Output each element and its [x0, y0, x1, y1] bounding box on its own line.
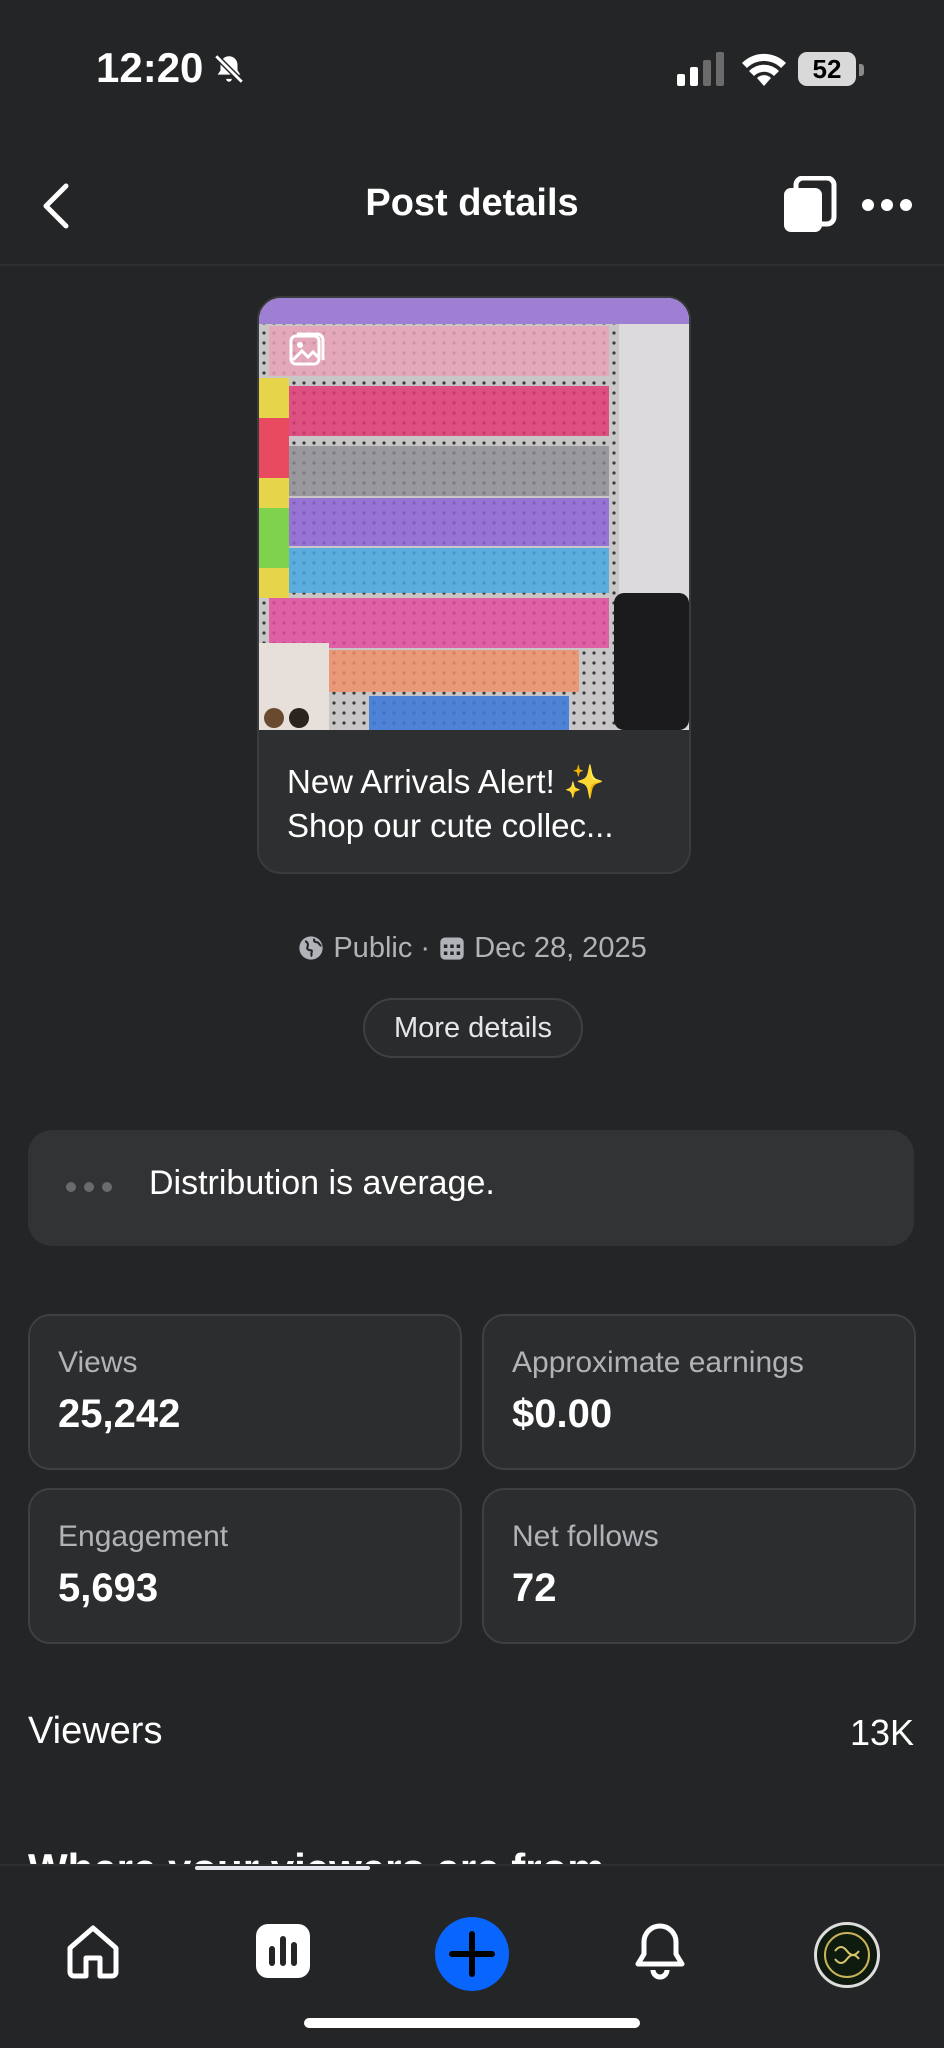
wifi-icon: [742, 53, 786, 86]
add-icon: [449, 1931, 495, 1977]
avatar-image: [819, 1927, 875, 1983]
stat-label: Views: [58, 1346, 138, 1379]
more-details-button[interactable]: More details: [363, 998, 583, 1058]
stat-net-follows[interactable]: Net follows 72: [482, 1488, 916, 1644]
section-heading-cut-off: Where your viewers are from: [28, 1838, 605, 1864]
stat-value: 72: [512, 1566, 557, 1610]
stat-views[interactable]: Views 25,242: [28, 1314, 462, 1470]
stats-icon[interactable]: [254, 1922, 312, 1980]
stat-label: Approximate earnings: [512, 1346, 804, 1379]
battery-icon: 52: [798, 52, 864, 88]
post-caption-line2: Shop our cute collec...: [287, 807, 614, 844]
profile-avatar[interactable]: [814, 1922, 880, 1988]
battery-level: 52: [798, 52, 856, 86]
create-post-button[interactable]: [435, 1917, 509, 1991]
post-preview-card[interactable]: New Arrivals Alert! ✨ Shop our cute coll…: [257, 296, 691, 874]
viewers-count: 13K: [849, 1712, 914, 1753]
bell-off-icon: [214, 54, 244, 84]
home-icon[interactable]: [64, 1922, 122, 1980]
post-meta: Public · Dec 28, 2025: [0, 932, 944, 965]
stat-label: Net follows: [512, 1520, 659, 1553]
more-options-icon[interactable]: [860, 196, 914, 214]
home-indicator: [304, 2018, 640, 2028]
status-time: 12:20: [96, 44, 204, 91]
bottom-nav: [0, 1864, 944, 2048]
stat-earnings[interactable]: Approximate earnings $0.00: [482, 1314, 916, 1470]
stat-engagement[interactable]: Engagement 5,693: [28, 1488, 462, 1644]
stat-value: 5,693: [58, 1566, 159, 1610]
copy-icon[interactable]: [780, 176, 840, 234]
viewers-heading: Viewers: [28, 1710, 163, 1752]
stat-value: $0.00: [512, 1392, 613, 1436]
distribution-banner: Distribution is average.: [28, 1130, 914, 1246]
post-caption: New Arrivals Alert! ✨ Shop our cute coll…: [287, 760, 667, 848]
calendar-icon: [440, 937, 464, 960]
stat-value: 25,242: [58, 1392, 181, 1436]
nav-active-indicator: [195, 1866, 370, 1870]
distribution-text: Distribution is average.: [149, 1164, 495, 1202]
audience-label: Public: [333, 932, 413, 964]
post-caption-line1: New Arrivals Alert! ✨: [287, 763, 605, 800]
image-type-icon: [289, 332, 325, 366]
signal-icon: [677, 52, 724, 86]
dots-icon: [66, 1182, 112, 1192]
globe-icon: [299, 936, 323, 960]
post-date: Dec 28, 2025: [474, 932, 647, 964]
bell-icon[interactable]: [632, 1922, 688, 1982]
stat-label: Engagement: [58, 1520, 229, 1553]
header-divider: [0, 264, 944, 266]
